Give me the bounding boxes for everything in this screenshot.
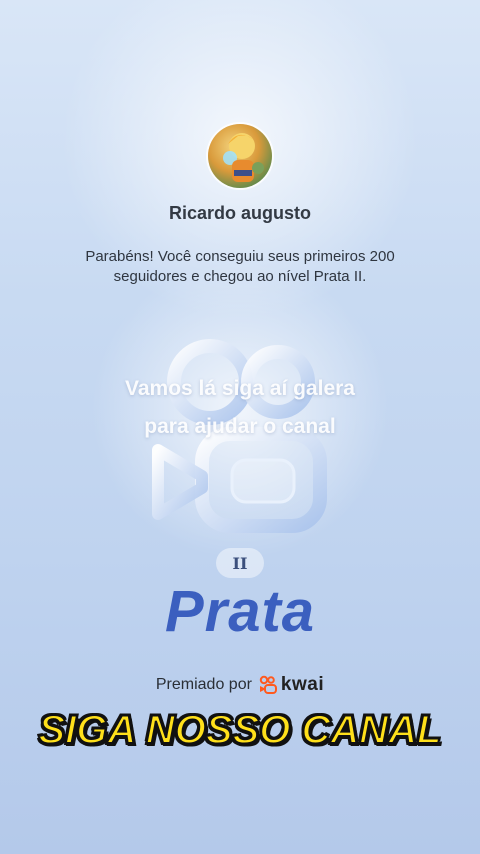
overlay-caption: Vamos lá siga aí galera para ajudar o ca… <box>125 377 355 438</box>
congratulation-message: Parabéns! Você conseguiu seus primeiros … <box>85 248 395 285</box>
level-name: Prata <box>164 579 316 644</box>
avatar-illustration <box>223 133 264 182</box>
user-name: Ricardo augusto <box>168 203 311 223</box>
level-tier-badge: II <box>216 548 264 578</box>
awarded-by-label: Premiado por <box>155 676 252 693</box>
kwai-icon <box>259 675 277 694</box>
follow-channel-banner: SIGA NOSSO CANAL <box>38 707 443 753</box>
awarded-by: Premiado por kwai <box>0 674 480 696</box>
kwai-logo[interactable]: kwai <box>258 674 324 696</box>
kwai-brand-text: kwai <box>280 674 325 695</box>
avatar[interactable] <box>208 124 272 188</box>
